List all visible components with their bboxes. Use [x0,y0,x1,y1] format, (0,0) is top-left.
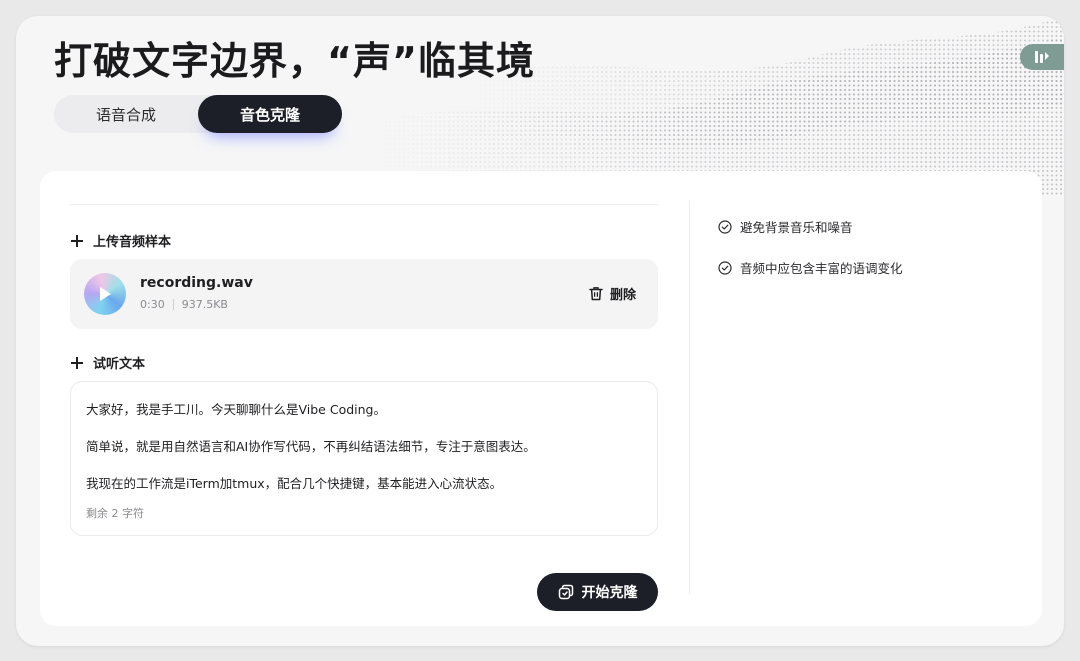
uploaded-audio-card: recording.wav 0:30 937.5KB 删除 [70,259,658,329]
preview-text-line-3: 我现在的工作流是iTerm加tmux，配合几个快捷键，基本能进入心流状态。 [86,476,503,491]
tip-text: 避免背景音乐和噪音 [740,220,853,235]
audio-play-button[interactable] [84,273,126,315]
check-circle-icon [718,219,732,234]
file-meta: 0:30 937.5KB [140,298,228,311]
tip-text: 音频中应包含丰富的语调变化 [740,261,903,276]
tab-voice-clone[interactable]: 音色克隆 [198,95,342,133]
file-duration: 0:30 [140,298,165,311]
column-divider [689,201,690,594]
app-window: 打破文字边界，“声”临其境 语音合成 音色克隆 上传音频样本 recording… [16,16,1064,646]
upload-section-label: 上传音频样本 [93,235,172,250]
plus-icon [70,234,84,248]
tip-item: 避免背景音乐和噪音 [718,217,853,236]
top-divider [70,204,658,205]
mode-tab-group: 语音合成 音色克隆 [54,95,342,133]
preview-text-area[interactable]: 大家好，我是手工川。今天聊聊什么是Vibe Coding。 简单说，就是用自然语… [70,381,658,536]
preview-text-section-label: 试听文本 [93,357,146,372]
start-clone-button[interactable]: 开始克隆 [537,573,658,611]
remaining-char-count: 剩余 2 字符 [86,507,144,520]
preview-text-section-header: 试听文本 [70,353,145,372]
meta-separator [172,299,174,310]
preview-text-line-2: 简单说，就是用自然语言和AI协作写代码，不再纠结语法细节，专注于意图表达。 [86,439,536,454]
brand-logo-badge[interactable] [1020,44,1064,70]
delete-label: 删除 [609,288,636,303]
file-name: recording.wav [140,275,253,291]
start-clone-label: 开始克隆 [581,585,638,601]
main-card: 上传音频样本 recording.wav 0:30 937.5KB 删除 试听文… [40,171,1042,626]
page-title: 打破文字边界，“声”临其境 [54,39,535,83]
trash-icon [589,287,603,301]
tab-speech-synthesis[interactable]: 语音合成 [54,95,198,133]
file-size: 937.5KB [181,298,228,311]
tip-item: 音频中应包含丰富的语调变化 [718,258,903,277]
check-circle-icon [718,260,732,275]
brand-logo-icon [1035,51,1049,63]
delete-button[interactable]: 删除 [589,284,636,303]
plus-icon [70,356,84,370]
upload-section-header: 上传音频样本 [70,231,171,250]
preview-text-line-1: 大家好，我是手工川。今天聊聊什么是Vibe Coding。 [86,402,386,417]
play-icon [100,287,111,301]
left-column: 上传音频样本 recording.wav 0:30 937.5KB 删除 试听文… [70,171,658,626]
clone-icon [558,584,573,600]
